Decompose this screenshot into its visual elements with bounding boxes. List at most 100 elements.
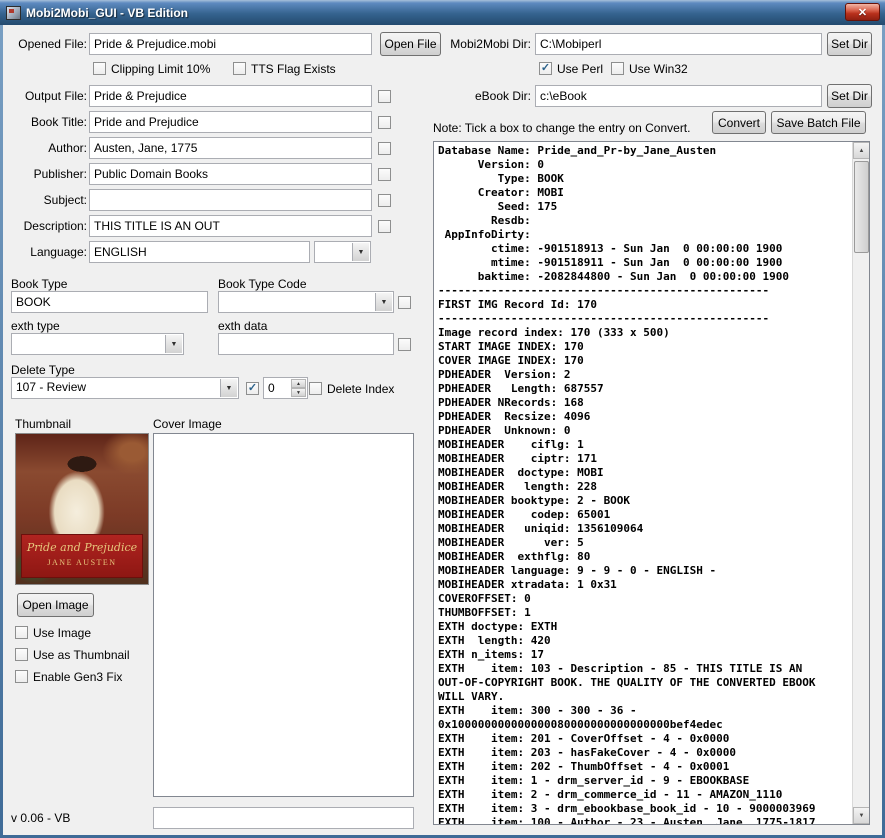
checkbox-box [378, 116, 391, 129]
subject-label: Subject: [43, 193, 87, 207]
console-scrollbar[interactable]: ▲ ▼ [852, 142, 869, 824]
checkbox-box [378, 90, 391, 103]
publisher-apply-checkbox[interactable] [378, 167, 391, 182]
checkbox-box: ✓ [246, 382, 259, 395]
checkbox-box [611, 62, 624, 75]
subject-apply-checkbox[interactable] [378, 193, 391, 208]
cover-image-label: Cover Image [153, 417, 222, 431]
use-image-label: Use Image [33, 625, 92, 640]
checkbox-box [15, 626, 28, 639]
use-as-thumbnail-checkbox[interactable]: Use as Thumbnail [15, 647, 130, 662]
book-title-input[interactable] [89, 111, 372, 133]
use-win32-checkbox[interactable]: Use Win32 [611, 61, 688, 76]
delete-type-label: Delete Type [11, 363, 75, 377]
check-icon: ✓ [540, 62, 551, 74]
publisher-label: Publisher: [33, 167, 87, 181]
scroll-up-icon[interactable]: ▲ [853, 142, 869, 159]
scroll-down-icon[interactable]: ▼ [853, 807, 869, 824]
author-apply-checkbox[interactable] [378, 141, 391, 156]
exth-type-label: exth type [11, 319, 60, 333]
use-win32-label: Use Win32 [629, 61, 688, 76]
delete-type-value: 107 - Review [16, 380, 87, 394]
cover-image-box [153, 433, 414, 797]
checkbox-box: ✓ [539, 62, 552, 75]
book-title-label: Book Title: [30, 115, 87, 129]
delete-count-stepper[interactable]: 0 ▲ ▼ [263, 377, 308, 399]
stepper-buttons[interactable]: ▲ ▼ [291, 379, 306, 397]
description-input[interactable] [89, 215, 372, 237]
convert-button[interactable]: Convert [712, 111, 766, 134]
author-input[interactable] [89, 137, 372, 159]
opened-file-label: Opened File: [18, 37, 87, 51]
checkbox-box [93, 62, 106, 75]
log-text: Database Name: Pride_and_Pr-by_Jane_Aust… [438, 144, 816, 825]
checkbox-box [309, 382, 322, 395]
use-image-checkbox[interactable]: Use Image [15, 625, 91, 640]
clipping-limit-checkbox[interactable]: Clipping Limit 10% [93, 61, 210, 76]
tts-flag-checkbox[interactable]: TTS Flag Exists [233, 61, 336, 76]
set-mobi-dir-button[interactable]: Set Dir [827, 32, 872, 56]
book-type-apply-checkbox[interactable] [398, 295, 411, 310]
book-title-apply-checkbox[interactable] [378, 115, 391, 130]
output-file-apply-checkbox[interactable] [378, 89, 391, 104]
thumbnail-image: Pride and Prejudice JANE AUSTEN [15, 433, 149, 585]
mobi-dir-input[interactable] [535, 33, 822, 55]
output-file-input[interactable] [89, 85, 372, 107]
save-batch-file-button[interactable]: Save Batch File [771, 111, 866, 134]
chevron-down-icon: ▼ [375, 293, 392, 311]
book-type-code-label: Book Type Code [218, 277, 307, 291]
note-text: Note: Tick a box to change the entry on … [433, 121, 691, 135]
delete-type-select[interactable]: 107 - Review ▼ [11, 377, 239, 399]
delete-type-apply-checkbox[interactable]: ✓ [246, 381, 259, 396]
log-output[interactable]: Database Name: Pride_and_Pr-by_Jane_Aust… [433, 141, 870, 825]
thumbnail-book-title: Pride and Prejudice [26, 541, 138, 554]
author-label: Author: [48, 141, 87, 155]
language-select[interactable]: ▼ [314, 241, 371, 263]
ebook-dir-input[interactable] [535, 85, 822, 107]
set-ebook-dir-button[interactable]: Set Dir [827, 84, 872, 108]
spin-down-icon[interactable]: ▼ [291, 388, 306, 397]
close-button[interactable]: ✕ [845, 3, 880, 21]
chevron-down-icon: ▼ [352, 243, 369, 261]
thumbnail-title-band: Pride and Prejudice JANE AUSTEN [21, 534, 143, 578]
language-input[interactable] [89, 241, 310, 263]
book-type-code-select[interactable]: ▼ [218, 291, 394, 313]
scrollbar-thumb[interactable] [854, 161, 869, 253]
delete-index-checkbox[interactable]: Delete Index [309, 381, 394, 396]
use-perl-label: Use Perl [557, 61, 604, 76]
publisher-input[interactable] [89, 163, 372, 185]
app-icon [6, 5, 21, 20]
use-perl-checkbox[interactable]: ✓ Use Perl [539, 61, 603, 76]
subject-input[interactable] [89, 189, 372, 211]
window-title: Mobi2Mobi_GUI - VB Edition [26, 5, 188, 20]
description-label: Description: [23, 219, 87, 233]
thumbnail-book-author: JANE AUSTEN [47, 558, 117, 567]
title-bar[interactable]: Mobi2Mobi_GUI - VB Edition ✕ [0, 0, 885, 25]
checkbox-box [233, 62, 246, 75]
ebook-dir-label: eBook Dir: [474, 89, 531, 103]
exth-type-select[interactable]: ▼ [11, 333, 184, 355]
bottom-status-input[interactable] [153, 807, 414, 829]
spin-up-icon[interactable]: ▲ [291, 379, 306, 388]
enable-gen3-fix-checkbox[interactable]: Enable Gen3 Fix [15, 669, 122, 684]
opened-file-input[interactable] [89, 33, 372, 55]
version-label: v 0.06 - VB [11, 811, 71, 825]
exth-data-label: exth data [218, 319, 268, 333]
thumbnail-label: Thumbnail [15, 417, 72, 431]
description-apply-checkbox[interactable] [378, 219, 391, 234]
app-window: Mobi2Mobi_GUI - VB Edition ✕ Opened File… [0, 0, 885, 838]
exth-apply-checkbox[interactable] [398, 337, 411, 352]
open-image-button[interactable]: Open Image [17, 593, 94, 617]
chevron-down-icon: ▼ [165, 335, 182, 353]
checkbox-box [398, 296, 411, 309]
tts-flag-label: TTS Flag Exists [251, 61, 336, 76]
exth-data-input[interactable] [218, 333, 394, 355]
mobi-dir-label: Mobi2Mobi Dir: [450, 37, 531, 51]
checkbox-box [398, 338, 411, 351]
client-area: Opened File: Open File Mobi2Mobi Dir: Se… [3, 25, 882, 835]
book-type-label: Book Type [11, 277, 68, 291]
book-type-input[interactable] [11, 291, 208, 313]
delete-index-label: Delete Index [327, 381, 395, 396]
checkbox-box [15, 670, 28, 683]
check-icon: ✓ [247, 382, 258, 394]
